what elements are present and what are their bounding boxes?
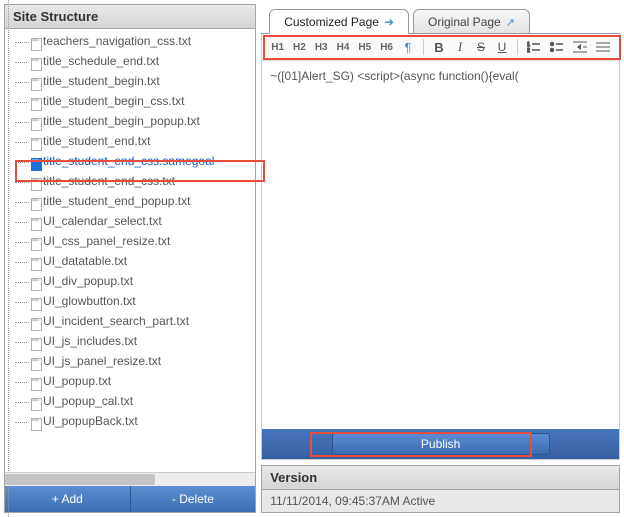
tab-label: Customized Page bbox=[284, 15, 379, 29]
editor-toolbar: H1 H2 H3 H4 H5 H6 ¶ B I S U 12 bbox=[262, 34, 619, 61]
ordered-list-button[interactable]: 12 bbox=[524, 38, 544, 56]
right-panel: Customized Page ➜ Original Page ↗ H1 H2 … bbox=[261, 4, 620, 513]
tree-item-ui-popup-txt[interactable]: UI_popup.txt bbox=[7, 371, 255, 391]
tab-customized-page[interactable]: Customized Page ➜ bbox=[269, 9, 409, 34]
tree-item-label: title_schedule_end.txt bbox=[43, 54, 159, 68]
tree-item-ui-js-panel-resize-txt[interactable]: UI_js_panel_resize.txt bbox=[7, 351, 255, 371]
underline-button[interactable]: U bbox=[493, 38, 511, 56]
tree-item-label: UI_css_panel_resize.txt bbox=[43, 234, 170, 248]
bold-button[interactable]: B bbox=[430, 38, 448, 56]
tab-label: Original Page bbox=[428, 15, 501, 29]
tab-bar: Customized Page ➜ Original Page ↗ bbox=[261, 4, 620, 34]
tree-item-ui-js-includes-txt[interactable]: UI_js_includes.txt bbox=[7, 331, 255, 351]
tree-item-label: UI_popup.txt bbox=[43, 374, 111, 388]
heading3-button[interactable]: H3 bbox=[312, 38, 331, 56]
tree-item-ui-css-panel-resize-txt[interactable]: UI_css_panel_resize.txt bbox=[7, 231, 255, 251]
separator-icon bbox=[517, 39, 518, 55]
tree-item-label: title_student_end_popup.txt bbox=[43, 194, 190, 208]
version-title: Version bbox=[262, 466, 619, 490]
version-entry[interactable]: 11/11/2014, 09:45:37AM Active bbox=[262, 490, 619, 512]
tree-item-label: title_student_begin_css.txt bbox=[43, 94, 184, 108]
unordered-list-icon bbox=[550, 41, 564, 53]
strike-button[interactable]: S bbox=[472, 38, 490, 56]
add-button[interactable]: + Add bbox=[5, 486, 131, 512]
heading6-button[interactable]: H6 bbox=[377, 38, 396, 56]
tree-item-label: teachers_navigation_css.txt bbox=[43, 34, 191, 48]
italic-button[interactable]: I bbox=[451, 38, 469, 56]
publish-button[interactable]: Publish bbox=[332, 433, 550, 455]
tree-item-label: UI_glowbutton.txt bbox=[43, 294, 136, 308]
publish-bar: Publish bbox=[262, 429, 619, 459]
svg-text:2: 2 bbox=[527, 48, 530, 53]
tree-item-ui-incident-search-part-txt[interactable]: UI_incident_search_part.txt bbox=[7, 311, 255, 331]
delete-button[interactable]: - Delete bbox=[131, 486, 256, 512]
tree-item-title-student-end-css-samegoal[interactable]: title_student_end_css.samegoal bbox=[7, 151, 255, 171]
tree-item-title-student-begin-txt[interactable]: title_student_begin.txt bbox=[7, 71, 255, 91]
tree-item-label: title_student_begin_popup.txt bbox=[43, 114, 200, 128]
arrow-right-icon: ➜ bbox=[384, 15, 394, 29]
heading1-button[interactable]: H1 bbox=[268, 38, 287, 56]
indent-icon bbox=[596, 41, 610, 53]
tree-item-title-schedule-end-txt[interactable]: title_schedule_end.txt bbox=[7, 51, 255, 71]
outdent-button[interactable] bbox=[570, 38, 590, 56]
tree-item-title-student-end-css-txt[interactable]: title_student_end_css.txt bbox=[7, 171, 255, 191]
tree-item-label: UI_js_panel_resize.txt bbox=[43, 354, 161, 368]
tree-item-ui-calendar-select-txt[interactable]: UI_calendar_select.txt bbox=[7, 211, 255, 231]
tree-item-title-student-begin-popup-txt[interactable]: title_student_begin_popup.txt bbox=[7, 111, 255, 131]
tree-item-ui-datatable-txt[interactable]: UI_datatable.txt bbox=[7, 251, 255, 271]
tree-item-label: title_student_end_css.txt bbox=[43, 174, 175, 188]
file-tree[interactable]: teachers_navigation_css.txt title_schedul… bbox=[5, 29, 255, 472]
indent-button[interactable] bbox=[593, 38, 613, 56]
tree-item-teachers-navigation-css-txt[interactable]: teachers_navigation_css.txt bbox=[7, 31, 255, 51]
ordered-list-icon: 12 bbox=[527, 41, 541, 53]
horizontal-scrollbar[interactable] bbox=[5, 472, 255, 486]
tree-item-label: UI_incident_search_part.txt bbox=[43, 314, 189, 328]
tree-item-label: title_student_end_css.samegoal bbox=[43, 154, 214, 168]
editor-content: ~([01]Alert_SG) <script>(async function(… bbox=[270, 69, 518, 83]
site-structure-title: Site Structure bbox=[5, 5, 255, 29]
tree-item-label: title_student_end.txt bbox=[43, 134, 150, 148]
external-link-icon: ↗ bbox=[506, 16, 515, 29]
tree-item-ui-popupback-txt[interactable]: UI_popupBack.txt bbox=[7, 411, 255, 431]
tree-item-label: UI_js_includes.txt bbox=[43, 334, 137, 348]
site-structure-panel: Site Structure teachers_navigation_css.t… bbox=[4, 4, 256, 513]
tree-item-label: UI_calendar_select.txt bbox=[43, 214, 162, 228]
outdent-icon bbox=[573, 41, 587, 53]
heading2-button[interactable]: H2 bbox=[290, 38, 309, 56]
tree-item-ui-div-popup-txt[interactable]: UI_div_popup.txt bbox=[7, 271, 255, 291]
separator-icon bbox=[423, 39, 424, 55]
paragraph-button[interactable]: ¶ bbox=[399, 38, 417, 56]
tree-item-label: UI_popupBack.txt bbox=[43, 414, 138, 428]
tree-item-label: UI_datatable.txt bbox=[43, 254, 127, 268]
version-panel: Version 11/11/2014, 09:45:37AM Active bbox=[261, 465, 620, 513]
tree-item-ui-glowbutton-txt[interactable]: UI_glowbutton.txt bbox=[7, 291, 255, 311]
code-editor[interactable]: ~([01]Alert_SG) <script>(async function(… bbox=[262, 61, 619, 429]
tree-item-label: UI_div_popup.txt bbox=[43, 274, 133, 288]
tree-item-title-student-end-popup-txt[interactable]: title_student_end_popup.txt bbox=[7, 191, 255, 211]
heading4-button[interactable]: H4 bbox=[334, 38, 353, 56]
editor-area: H1 H2 H3 H4 H5 H6 ¶ B I S U 12 bbox=[261, 34, 620, 460]
unordered-list-button[interactable] bbox=[547, 38, 567, 56]
tree-item-ui-popup-cal-txt[interactable]: UI_popup_cal.txt bbox=[7, 391, 255, 411]
tree-item-label: title_student_begin.txt bbox=[43, 74, 160, 88]
tab-original-page[interactable]: Original Page ↗ bbox=[413, 9, 530, 33]
tree-item-title-student-begin-css-txt[interactable]: title_student_begin_css.txt bbox=[7, 91, 255, 111]
tree-item-label: UI_popup_cal.txt bbox=[43, 394, 133, 408]
heading5-button[interactable]: H5 bbox=[355, 38, 374, 56]
tree-item-title-student-end-txt[interactable]: title_student_end.txt bbox=[7, 131, 255, 151]
